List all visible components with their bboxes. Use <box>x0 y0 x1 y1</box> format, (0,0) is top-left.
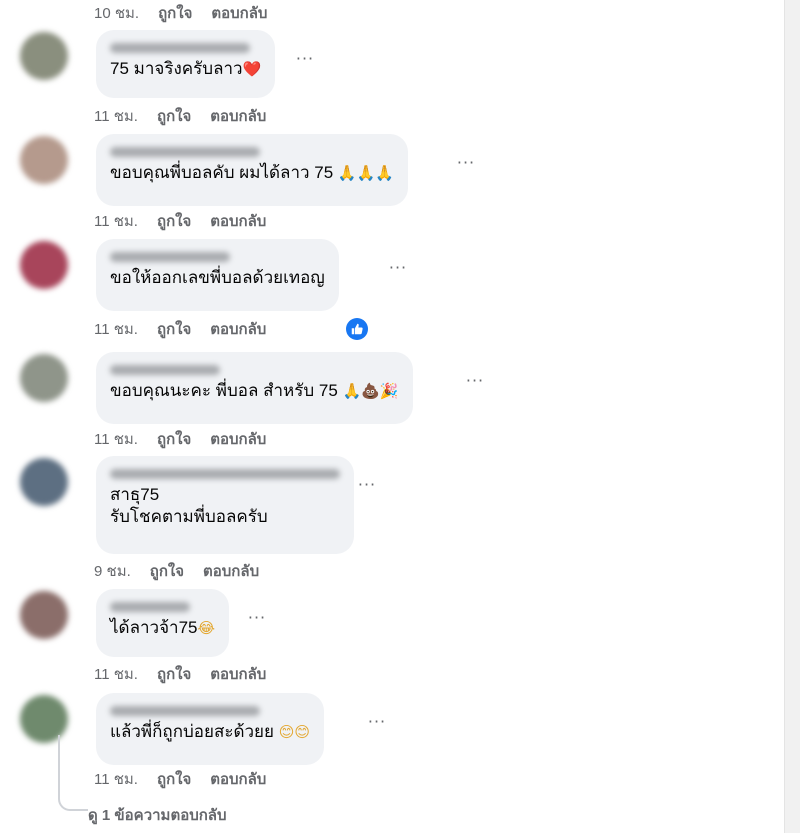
author-name[interactable] <box>110 38 261 58</box>
more-horizontal-icon[interactable]: ··· <box>463 373 487 398</box>
more-horizontal-icon[interactable]: ··· <box>293 51 317 76</box>
like-link[interactable]: ถูกใจ <box>157 108 191 125</box>
avatar[interactable] <box>20 32 68 80</box>
comment-text: ขอให้ออกเลขพี่บอลด้วยเทอญ <box>110 267 325 289</box>
comment-actions: 11 ชม. ถูกใจ ตอบกลับ <box>94 320 285 340</box>
avatar[interactable] <box>20 354 68 402</box>
avatar[interactable] <box>20 241 68 289</box>
comment-bubble: ได้ลาวจ้า75😂 <box>96 589 230 657</box>
more-horizontal-icon[interactable]: ··· <box>245 610 269 635</box>
comment-actions: 11 ชม. ถูกใจ ตอบกลับ <box>94 212 285 232</box>
author-name[interactable] <box>110 247 325 267</box>
like-link[interactable]: ถูกใจ <box>157 213 191 230</box>
comment-bubble: ขอบคุณนะคะ พี่บอล สำหรับ 75 🙏💩🎉 <box>96 352 413 424</box>
like-link[interactable]: ถูกใจ <box>157 431 191 448</box>
comment-actions: 11 ชม. ถูกใจ ตอบกลับ <box>94 430 285 450</box>
comment-time[interactable]: 11 ชม. <box>94 213 138 230</box>
like-link[interactable]: ถูกใจ <box>157 771 191 788</box>
more-horizontal-icon[interactable]: ··· <box>355 477 379 502</box>
comment-time[interactable]: 9 ชม. <box>94 563 131 580</box>
reply-thread-connector <box>58 735 88 811</box>
comment-actions: 10 ชม. ถูกใจ ตอบกลับ <box>94 4 286 24</box>
more-horizontal-icon[interactable]: ··· <box>386 260 410 285</box>
author-name[interactable] <box>110 701 310 721</box>
comment-line: ได้ลาวจ้า75 <box>110 618 198 637</box>
author-name[interactable] <box>110 142 394 162</box>
view-replies-link[interactable]: ดู 1 ข้อความตอบกลับ <box>88 803 227 827</box>
comment-text: 75 มาจริงครับลาว❤️ <box>110 58 261 80</box>
comment-actions: 11 ชม. ถูกใจ ตอบกลับ <box>94 770 285 790</box>
avatar[interactable] <box>20 591 68 639</box>
comment-time[interactable]: 11 ชม. <box>94 108 138 125</box>
reply-link[interactable]: ตอบกลับ <box>210 108 266 125</box>
comment-line: ขอบคุณพี่บอลคับ ผมได้ลาว 75 <box>110 163 334 182</box>
comment-actions: 9 ชม. ถูกใจ ตอบกลับ <box>94 562 278 582</box>
comment-text: สาธุ75 <box>110 484 340 506</box>
reply-link[interactable]: ตอบกลับ <box>203 563 259 580</box>
comment-line: สาธุ75 <box>110 485 160 504</box>
comment-line: 75 มาจริงครับลาว <box>110 59 243 78</box>
reply-link[interactable]: ตอบกลับ <box>210 321 266 338</box>
like-reaction-icon[interactable] <box>346 318 368 340</box>
comment-time[interactable]: 11 ชม. <box>94 666 138 683</box>
author-name[interactable] <box>110 464 340 484</box>
comment-line: แล้วพี่ก็ถูกบ่อยสะด้วยย <box>110 722 274 741</box>
more-horizontal-icon[interactable]: ··· <box>454 155 478 180</box>
more-horizontal-icon[interactable]: ··· <box>365 714 389 739</box>
reply-link[interactable]: ตอบกลับ <box>210 431 266 448</box>
comment-actions: 11 ชม. ถูกใจ ตอบกลับ <box>94 107 285 127</box>
comment-text: รับโชคตามพี่บอลครับ <box>110 506 340 528</box>
comment-text: ขอบคุณพี่บอลคับ ผมได้ลาว 75 🙏🙏🙏 <box>110 162 394 184</box>
author-name[interactable] <box>110 360 399 380</box>
avatar[interactable] <box>20 458 68 506</box>
reply-link[interactable]: ตอบกลับ <box>210 666 266 683</box>
avatar[interactable] <box>20 136 68 184</box>
like-link[interactable]: ถูกใจ <box>150 563 184 580</box>
like-link[interactable]: ถูกใจ <box>157 666 191 683</box>
comment-time[interactable]: 11 ชม. <box>94 771 138 788</box>
comment-bubble: 75 มาจริงครับลาว❤️ <box>96 30 276 98</box>
pray-emoji-icon: 🙏💩🎉 <box>342 382 399 400</box>
comment-time[interactable]: 11 ชม. <box>94 321 138 338</box>
reply-link[interactable]: ตอบกลับ <box>210 213 266 230</box>
pray-emoji-icon: 🙏🙏🙏 <box>337 164 394 182</box>
comment-bubble: ขอให้ออกเลขพี่บอลด้วยเทอญ <box>96 239 339 311</box>
comment-actions: 11 ชม. ถูกใจ ตอบกลับ <box>94 665 285 685</box>
comment-bubble: สาธุ75 รับโชคตามพี่บอลครับ <box>96 456 354 554</box>
smiling-emoji-icon: 😊😊 <box>278 723 310 741</box>
like-link[interactable]: ถูกใจ <box>157 321 191 338</box>
comment-line: ขอบคุณนะคะ พี่บอล สำหรับ 75 <box>110 381 338 400</box>
comment-line: รับโชคตามพี่บอลครับ <box>110 507 268 526</box>
comment-time[interactable]: 11 ชม. <box>94 431 138 448</box>
comment-bubble: แล้วพี่ก็ถูกบ่อยสะด้วยย 😊😊 <box>96 693 324 765</box>
scrollbar[interactable] <box>784 0 800 833</box>
comment-bubble: ขอบคุณพี่บอลคับ ผมได้ลาว 75 🙏🙏🙏 <box>96 134 408 206</box>
reply-link[interactable]: ตอบกลับ <box>211 5 267 22</box>
author-name[interactable] <box>110 597 215 617</box>
comment-text: ได้ลาวจ้า75😂 <box>110 617 215 639</box>
heart-emoji-icon: ❤️ <box>242 60 262 78</box>
comment-text: แล้วพี่ก็ถูกบ่อยสะด้วยย 😊😊 <box>110 721 310 743</box>
like-link[interactable]: ถูกใจ <box>158 5 192 22</box>
comment-time[interactable]: 10 ชม. <box>94 5 139 22</box>
laughing-emoji-icon: 😂 <box>197 619 216 637</box>
comment-text: ขอบคุณนะคะ พี่บอล สำหรับ 75 🙏💩🎉 <box>110 380 399 402</box>
comment-line: ขอให้ออกเลขพี่บอลด้วยเทอญ <box>110 268 325 287</box>
reply-link[interactable]: ตอบกลับ <box>210 771 266 788</box>
